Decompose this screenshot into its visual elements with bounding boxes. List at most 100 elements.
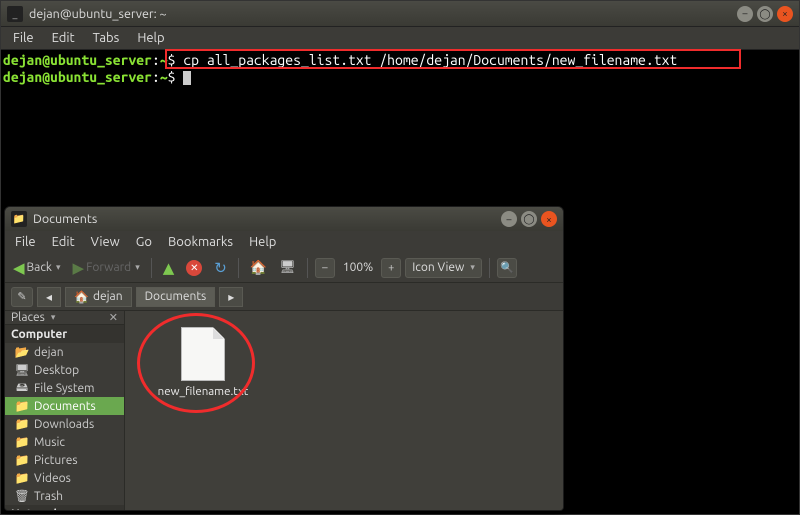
fm-window-buttons: – ◯ × <box>501 211 557 227</box>
sidebar-item-label: File System <box>34 382 95 395</box>
fm-menubar: File Edit View Go Bookmarks Help <box>5 231 563 253</box>
sidebar-item-label: Videos <box>34 472 71 485</box>
sidebar-item-label: Downloads <box>34 418 94 431</box>
fm-locationbar: ✎ ◂ 🏠 dejan Documents ▸ <box>5 283 563 311</box>
minimize-button[interactable]: – <box>737 6 753 22</box>
stop-icon: ✕ <box>186 260 202 276</box>
file-item[interactable]: new_filename.txt <box>153 327 253 398</box>
sidebar-item-pictures[interactable]: 📁Pictures <box>5 451 124 469</box>
command-text: cp all_packages_list.txt /home/dejan/Doc… <box>183 52 677 68</box>
sidebar-item-documents[interactable]: 📁 Documents <box>5 397 124 415</box>
stop-button[interactable]: ✕ <box>182 258 206 278</box>
path-edit-button[interactable]: ✎ <box>11 287 33 307</box>
fm-sidebar: Places ▾ ✕ Computer 📂 dejan 🖥Desktop 🖴 Fil… <box>5 311 125 510</box>
breadcrumb-home[interactable]: 🏠 dejan <box>65 287 132 307</box>
file-name-label: new_filename.txt <box>153 385 253 398</box>
sidebar-item-trash[interactable]: 🗑Trash <box>5 487 124 505</box>
text-file-icon <box>181 327 225 381</box>
forward-button[interactable]: ▶ Forward ▾ <box>69 257 144 279</box>
sidebar-item-home[interactable]: 📂 dejan <box>5 343 124 361</box>
arrow-left-icon: ◀ <box>13 259 25 277</box>
chevron-down-icon: ▾ <box>470 262 475 273</box>
fm-body: Places ▾ ✕ Computer 📂 dejan 🖥Desktop 🖴 Fil… <box>5 311 563 510</box>
fm-titlebar[interactable]: 📁 Documents – ◯ × <box>5 207 563 231</box>
search-icon: 🔍 <box>500 261 514 274</box>
prompt-path: ~ <box>160 52 168 68</box>
up-button[interactable]: ▲ <box>159 257 179 279</box>
back-button[interactable]: ◀ Back ▾ <box>9 257 65 279</box>
arrow-right-icon: ▶ <box>73 259 85 277</box>
trash-icon: 🗑 <box>15 489 29 503</box>
menu-bookmarks[interactable]: Bookmarks <box>160 233 241 251</box>
sidebar-item-label: Music <box>34 436 65 449</box>
close-button[interactable]: × <box>541 211 557 227</box>
view-mode-label: Icon View <box>412 261 464 274</box>
drive-icon: 🖴 <box>15 378 29 399</box>
sidebar-item-filesystem[interactable]: 🖴 File System <box>5 379 124 397</box>
sidebar-item-label: Documents <box>34 400 96 413</box>
menu-file[interactable]: File <box>5 29 42 47</box>
prompt-user-host: dejan@ubuntu_server <box>3 52 152 68</box>
sidebar-item-downloads[interactable]: 📁 Downloads <box>5 415 124 433</box>
sidebar-item-label: Pictures <box>34 454 78 467</box>
computer-button[interactable]: 🖥 <box>275 258 300 277</box>
sidebar-item-desktop[interactable]: 🖥Desktop <box>5 361 124 379</box>
minimize-button[interactable]: – <box>501 211 517 227</box>
menu-help[interactable]: Help <box>241 233 284 251</box>
menu-help[interactable]: Help <box>129 29 172 47</box>
breadcrumb-back[interactable]: ◂ <box>37 287 61 307</box>
chevron-down-icon: ▾ <box>56 262 61 273</box>
menu-edit[interactable]: Edit <box>44 233 83 251</box>
fm-content-area[interactable]: new_filename.txt <box>125 311 563 510</box>
close-button[interactable]: × <box>777 6 793 22</box>
terminal-app-icon: _ <box>7 6 23 22</box>
file-manager-window: 📁 Documents – ◯ × File Edit View Go Book… <box>4 206 564 511</box>
sidebar-item-music[interactable]: 📁Music <box>5 433 124 451</box>
toolbar-separator <box>238 258 239 278</box>
folder-home-icon: 📂 <box>15 345 29 359</box>
folder-icon: 📁 <box>15 417 29 431</box>
maximize-button[interactable]: ◯ <box>757 6 773 22</box>
view-mode-select[interactable]: Icon View ▾ <box>405 258 482 278</box>
menu-go[interactable]: Go <box>128 233 160 251</box>
reload-button[interactable]: ↻ <box>210 257 231 279</box>
prompt-colon: : <box>152 52 160 68</box>
pencil-icon: ✎ <box>17 290 26 303</box>
sidebar-section-computer: Computer <box>5 325 124 343</box>
toolbar-separator <box>489 258 490 278</box>
home-icon: 🏠 <box>74 290 89 304</box>
prompt-path: ~ <box>160 69 168 85</box>
terminal-line-1: dejan@ubuntu_server:~$ cp all_packages_l… <box>3 52 797 69</box>
terminal-titlebar[interactable]: _ dejan@ubuntu_server: ~ – ◯ × <box>1 1 799 27</box>
zoom-out-button[interactable]: – <box>315 258 335 278</box>
sidebar-header[interactable]: Places ▾ ✕ <box>5 311 124 325</box>
sidebar-item-label: dejan <box>34 346 64 359</box>
zoom-in-button[interactable]: + <box>381 258 401 278</box>
home-button[interactable]: 🏠 <box>246 257 271 278</box>
menu-edit[interactable]: Edit <box>44 29 83 47</box>
sidebar-header-label: Places <box>11 311 45 324</box>
zoom-value: 100% <box>339 261 377 274</box>
back-label: Back <box>27 261 52 274</box>
chevron-down-icon: ▾ <box>135 262 140 273</box>
breadcrumb-forward[interactable]: ▸ <box>219 287 243 307</box>
sidebar-section-network: Network <box>5 505 124 510</box>
breadcrumb-current[interactable]: Documents <box>136 287 216 307</box>
menu-view[interactable]: View <box>83 233 128 251</box>
search-button[interactable]: 🔍 <box>497 258 517 278</box>
sidebar-item-videos[interactable]: 📁Videos <box>5 469 124 487</box>
menu-file[interactable]: File <box>7 233 44 251</box>
fm-toolbar: ◀ Back ▾ ▶ Forward ▾ ▲ ✕ ↻ 🏠 🖥 – 100% + … <box>5 253 563 283</box>
fm-title: Documents <box>33 212 501 226</box>
folder-app-icon: 📁 <box>11 211 27 227</box>
toolbar-separator <box>151 258 152 278</box>
prompt-symbol: $ <box>168 52 176 68</box>
maximize-button[interactable]: ◯ <box>521 211 537 227</box>
folder-icon: 📁 <box>15 399 29 413</box>
terminal-body[interactable]: dejan@ubuntu_server:~$ cp all_packages_l… <box>1 50 799 88</box>
close-sidebar-icon[interactable]: ✕ <box>109 311 118 324</box>
desktop-icon: 🖥 <box>15 363 29 377</box>
menu-tabs[interactable]: Tabs <box>85 29 128 47</box>
terminal-title: dejan@ubuntu_server: ~ <box>29 7 737 21</box>
terminal-line-2: dejan@ubuntu_server:~$ <box>3 69 797 86</box>
